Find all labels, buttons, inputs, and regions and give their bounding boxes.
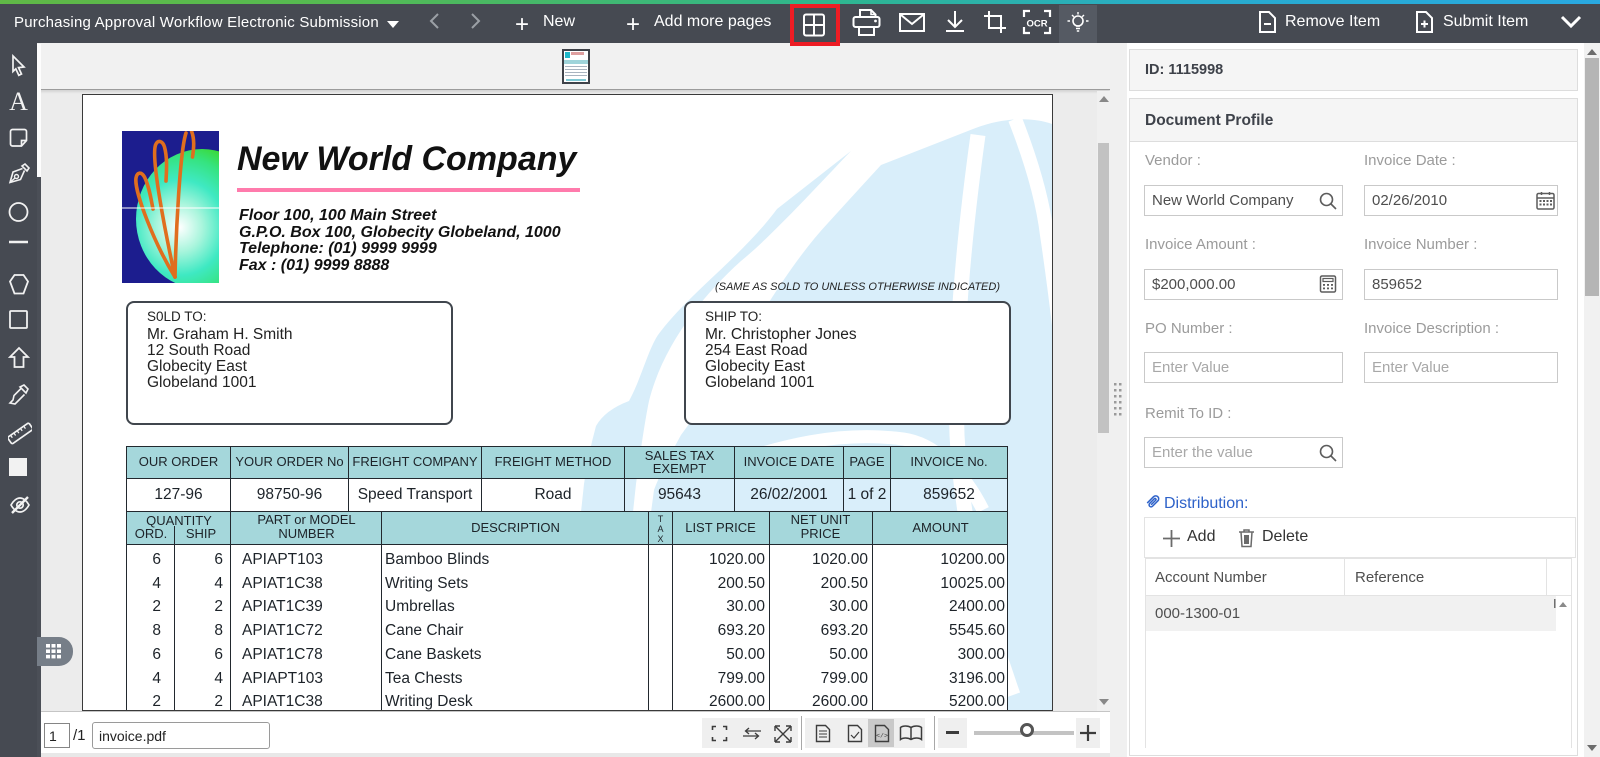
svg-text:</>: </>	[876, 733, 888, 740]
svg-text:A: A	[9, 89, 28, 113]
svg-text:OCR: OCR	[1026, 19, 1047, 30]
